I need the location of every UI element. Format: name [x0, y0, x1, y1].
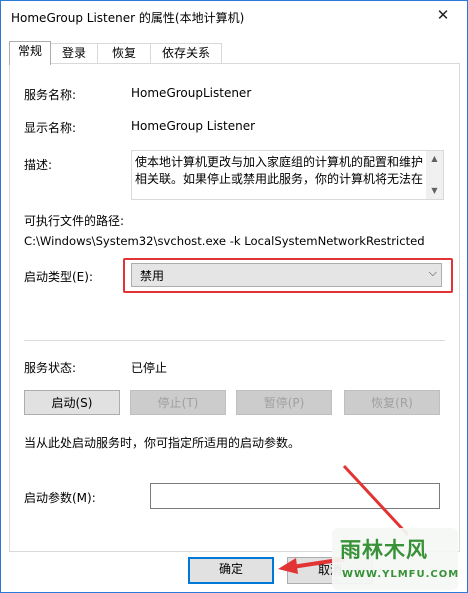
watermark-logo: 雨林木风 WWW.YLMFU.COM [332, 528, 458, 590]
tab-general-label: 常规 [17, 44, 42, 58]
tab-general[interactable]: 常规 [9, 41, 51, 65]
tab-logon-label: 登录 [61, 46, 86, 60]
start-params-label: 启动参数(M): [24, 491, 96, 505]
executable-path-value: C:\Windows\System32\svchost.exe -k Local… [24, 234, 425, 248]
description-scrollbar[interactable]: ▲ ▼ [426, 151, 443, 199]
startup-type-label: 启动类型(E): [24, 270, 93, 284]
tab-recovery[interactable]: 恢复 [97, 43, 151, 64]
ok-button[interactable]: 确定 [188, 557, 274, 584]
display-name-label: 显示名称: [24, 121, 77, 135]
description-label: 描述: [24, 158, 53, 172]
properties-dialog: HomeGroup Listener 的属性(本地计算机) ✕ 常规 登录 恢复… [0, 0, 468, 593]
watermark-url: WWW.YLMFU.COM [342, 569, 460, 580]
divider [24, 340, 445, 341]
title-bar: HomeGroup Listener 的属性(本地计算机) ✕ [1, 1, 467, 31]
scroll-up-icon[interactable]: ▲ [426, 151, 443, 167]
display-name-value: HomeGroup Listener [131, 119, 256, 133]
service-status-value: 已停止 [131, 361, 168, 375]
start-button[interactable]: 启动(S) [24, 390, 120, 415]
highlight-box [123, 258, 453, 293]
window-title: HomeGroup Listener 的属性(本地计算机) [11, 11, 245, 25]
start-params-input[interactable] [150, 483, 440, 509]
description-text: 使本地计算机更改与加入家庭组的计算机的配置和维护相关联。如果停止或禁用此服务，你… [135, 155, 424, 186]
scroll-down-icon[interactable]: ▼ [426, 183, 443, 199]
service-name-label: 服务名称: [24, 88, 77, 102]
tab-dependencies-label: 依存关系 [161, 46, 210, 60]
watermark-title: 雨林木风 [340, 538, 428, 562]
tab-logon[interactable]: 登录 [50, 43, 98, 64]
general-panel: 服务名称: HomeGroupListener 显示名称: HomeGroup … [9, 63, 460, 552]
tab-dependencies[interactable]: 依存关系 [150, 43, 222, 64]
start-params-hint: 当从此处启动服务时，你可指定所适用的启动参数。 [24, 436, 301, 450]
executable-path-label: 可执行文件的路径: [24, 214, 125, 228]
description-box[interactable]: 使本地计算机更改与加入家庭组的计算机的配置和维护相关联。如果停止或禁用此服务，你… [131, 150, 444, 200]
service-name-value: HomeGroupListener [131, 86, 252, 100]
stop-button[interactable]: 停止(T) [130, 390, 226, 415]
tab-strip: 常规 登录 恢复 依存关系 [1, 41, 467, 65]
service-status-label: 服务状态: [24, 361, 77, 375]
close-icon[interactable]: ✕ [421, 1, 465, 31]
tab-recovery-label: 恢复 [111, 46, 136, 60]
resume-button[interactable]: 恢复(R) [344, 390, 440, 415]
pause-button[interactable]: 暂停(P) [236, 390, 332, 415]
